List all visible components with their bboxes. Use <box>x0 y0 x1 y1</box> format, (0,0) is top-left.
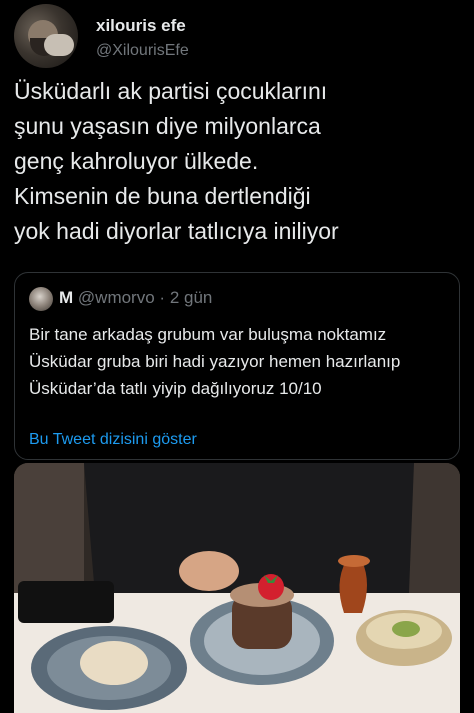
tea-glass <box>339 561 367 613</box>
quoted-author-name: M <box>59 288 74 307</box>
tweet-text: Üsküdarlı ak partisi çocuklarını şunu ya… <box>14 78 339 244</box>
person-hand <box>179 551 239 591</box>
tweet-header: xilouris efe @XilourisEfe <box>14 4 460 68</box>
avatar-cat <box>44 34 74 56</box>
tea-surface <box>338 555 370 567</box>
quoted-tweet-header: M @wmorvo · 2 gün <box>59 288 212 308</box>
author-handle[interactable]: @XilourisEfe <box>96 42 189 60</box>
pistachio-topping <box>392 621 420 637</box>
strawberry <box>258 574 284 600</box>
tweet-photo[interactable] <box>14 463 460 713</box>
left-dessert <box>80 641 148 685</box>
quoted-time: 2 gün <box>169 288 213 307</box>
photo-illustration <box>14 463 460 713</box>
quoted-separator: · <box>159 288 166 307</box>
quoted-author-handle: @wmorvo <box>77 288 155 307</box>
quoted-tweet[interactable]: M @wmorvo · 2 gün Bir tane arkadaş grubu… <box>14 272 460 460</box>
show-thread-link[interactable]: Bu Tweet dizisini göster <box>29 431 197 449</box>
quoted-tweet-text: Bir tane arkadaş grubum var buluşma nokt… <box>29 325 401 398</box>
author-avatar[interactable] <box>14 4 78 68</box>
phone-on-table <box>18 581 114 623</box>
quoted-author-avatar <box>29 287 53 311</box>
author-display-name[interactable]: xilouris efe <box>96 16 186 36</box>
